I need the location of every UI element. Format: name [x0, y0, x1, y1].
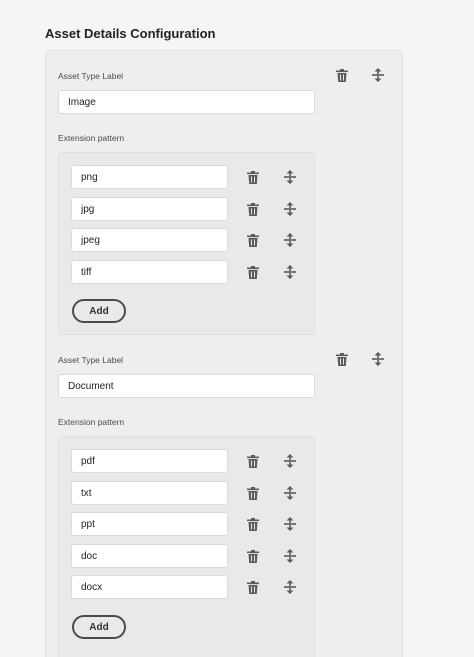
drag-handle-icon [284, 580, 296, 594]
extension-row [71, 228, 311, 252]
extension-row [71, 544, 311, 568]
drag-handle-icon [284, 517, 296, 531]
drag-handle-icon [372, 352, 384, 366]
trash-icon [247, 233, 259, 247]
delete-asset-type-button[interactable] [332, 65, 352, 85]
reorder-extension-handle[interactable] [280, 546, 300, 566]
reorder-extension-handle[interactable] [280, 577, 300, 597]
extension-row [71, 449, 311, 473]
extension-input[interactable] [71, 260, 228, 284]
extension-input[interactable] [71, 449, 228, 473]
extension-row [71, 165, 311, 189]
delete-extension-button[interactable] [243, 199, 263, 219]
trash-icon [336, 68, 348, 82]
delete-extension-button[interactable] [243, 514, 263, 534]
extension-input[interactable] [71, 228, 228, 252]
reorder-extension-handle[interactable] [280, 262, 300, 282]
drag-handle-icon [372, 68, 384, 82]
trash-icon [247, 517, 259, 531]
reorder-extension-handle[interactable] [280, 483, 300, 503]
delete-extension-button[interactable] [243, 167, 263, 187]
add-extension-button[interactable]: Add [72, 615, 126, 639]
extension-input[interactable] [71, 165, 228, 189]
extension-pattern-caption: Extension pattern [58, 417, 125, 427]
delete-extension-button[interactable] [243, 577, 263, 597]
trash-icon [247, 265, 259, 279]
extension-row [71, 197, 311, 221]
page-title: Asset Details Configuration [45, 26, 216, 41]
trash-icon [247, 486, 259, 500]
extension-pattern-panel: Add [58, 152, 315, 335]
trash-icon [247, 549, 259, 563]
reorder-asset-type-handle[interactable] [368, 65, 388, 85]
delete-extension-button[interactable] [243, 546, 263, 566]
drag-handle-icon [284, 170, 296, 184]
delete-extension-button[interactable] [243, 483, 263, 503]
extension-row [71, 512, 311, 536]
drag-handle-icon [284, 486, 296, 500]
reorder-extension-handle[interactable] [280, 167, 300, 187]
reorder-extension-handle[interactable] [280, 199, 300, 219]
trash-icon [247, 580, 259, 594]
extension-pattern-panel: Add [58, 436, 315, 657]
reorder-extension-handle[interactable] [280, 230, 300, 250]
reorder-asset-type-handle[interactable] [368, 349, 388, 369]
drag-handle-icon [284, 202, 296, 216]
trash-icon [336, 352, 348, 366]
extension-row [71, 260, 311, 284]
extension-row [71, 575, 311, 599]
delete-extension-button[interactable] [243, 451, 263, 471]
extension-input[interactable] [71, 197, 228, 221]
trash-icon [247, 170, 259, 184]
extension-row [71, 481, 311, 505]
delete-extension-button[interactable] [243, 262, 263, 282]
asset-type-label-caption: Asset Type Label [58, 71, 124, 81]
drag-handle-icon [284, 265, 296, 279]
reorder-extension-handle[interactable] [280, 514, 300, 534]
extension-input[interactable] [71, 575, 228, 599]
drag-handle-icon [284, 233, 296, 247]
drag-handle-icon [284, 454, 296, 468]
delete-extension-button[interactable] [243, 230, 263, 250]
delete-asset-type-button[interactable] [332, 349, 352, 369]
asset-type-input[interactable] [58, 90, 315, 114]
trash-icon [247, 202, 259, 216]
extension-pattern-caption: Extension pattern [58, 133, 125, 143]
reorder-extension-handle[interactable] [280, 451, 300, 471]
asset-type-input[interactable] [58, 374, 315, 398]
asset-type-label-caption: Asset Type Label [58, 355, 124, 365]
asset-details-panel: Asset Type Label Extension pattern [45, 50, 403, 657]
extension-input[interactable] [71, 512, 228, 536]
add-extension-button[interactable]: Add [72, 299, 126, 323]
extension-input[interactable] [71, 544, 228, 568]
trash-icon [247, 454, 259, 468]
drag-handle-icon [284, 549, 296, 563]
extension-input[interactable] [71, 481, 228, 505]
